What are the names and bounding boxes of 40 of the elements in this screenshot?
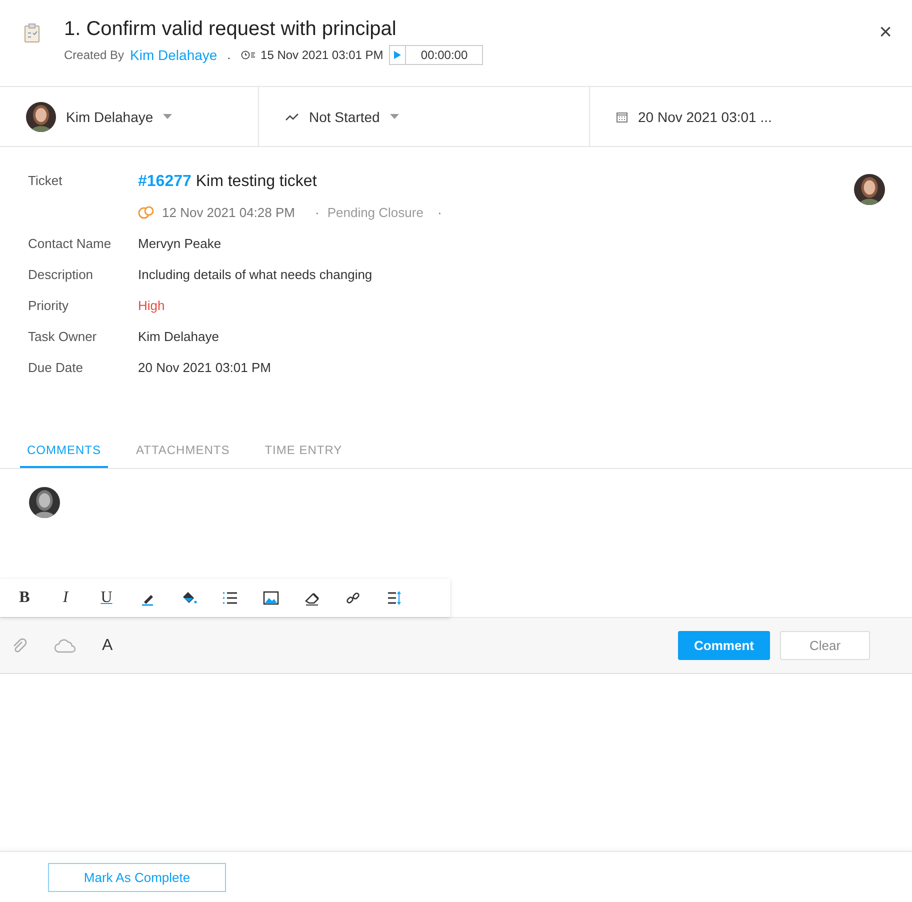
separator-dot: ·	[314, 205, 320, 220]
underline-button[interactable]: U	[86, 583, 127, 613]
ticket-subject: Kim testing ticket	[196, 173, 317, 190]
close-button[interactable]: ×	[879, 18, 892, 46]
trend-icon	[285, 112, 299, 122]
field-label: Contact Name	[28, 236, 112, 251]
ticket-status: Pending Closure	[327, 205, 424, 220]
play-icon	[394, 51, 402, 59]
caret-icon	[163, 114, 172, 119]
clipboard-icon	[24, 23, 40, 43]
field-label: Due Date	[28, 360, 84, 375]
field-label: Task Owner	[28, 329, 98, 344]
avatar	[26, 102, 56, 132]
field-label: Priority	[28, 298, 70, 313]
field-value: High	[138, 298, 165, 313]
field-value: Including details of what needs changing	[138, 267, 372, 282]
field-value: 20 Nov 2021 03:01 PM	[138, 360, 271, 375]
calendar-icon	[616, 110, 628, 122]
owner-dropdown[interactable]: Kim Delahaye	[66, 108, 172, 124]
italic-button[interactable]: I	[45, 583, 86, 613]
due-date[interactable]: 20 Nov 2021 03:01 ...	[638, 108, 772, 124]
field-value: Mervyn Peake	[138, 236, 222, 251]
separator-dot: ·	[437, 205, 442, 220]
field-label: Description	[28, 267, 94, 282]
ticket-date: 12 Nov 2021 04:28 PM	[162, 205, 295, 220]
avatar	[29, 487, 60, 518]
task-title: 1. Confirm valid request with principal	[64, 18, 398, 41]
field-value: Kim Delahaye	[138, 329, 219, 344]
font-button[interactable]: A	[102, 636, 113, 654]
bold-button[interactable]: B	[4, 583, 45, 613]
created-date: 15 Nov 2021 03:01 PM	[260, 48, 384, 62]
timer-field[interactable]: 00:00:00	[389, 45, 484, 65]
separator-dot: .	[227, 48, 231, 62]
status-dropdown[interactable]: Not Started	[309, 108, 399, 124]
caret-icon	[390, 114, 399, 119]
timer-value: 00:00:00	[420, 48, 469, 62]
clear-button[interactable]: Clear	[780, 631, 870, 660]
avatar	[854, 174, 885, 205]
field-label: Ticket	[28, 173, 64, 190]
created-by-label: Created By	[64, 48, 124, 62]
